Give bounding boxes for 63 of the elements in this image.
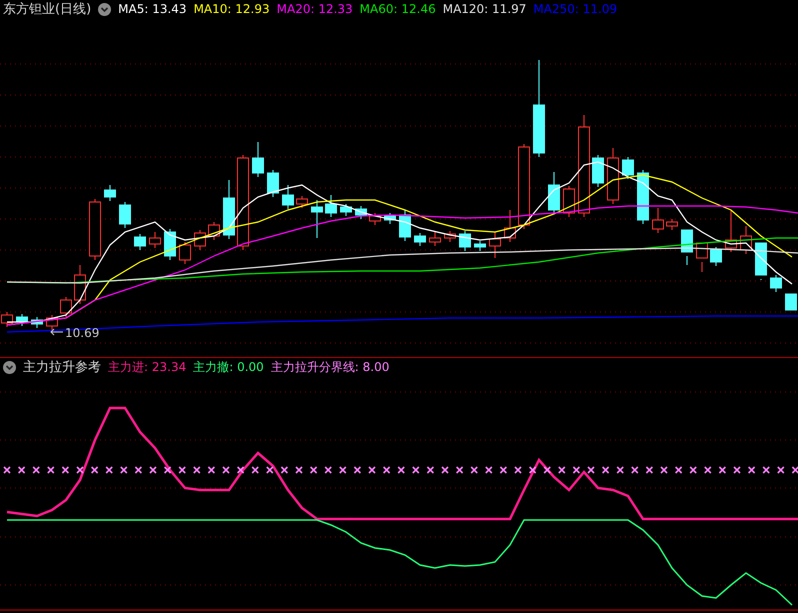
legend-value: MA10: 12.93 — [194, 2, 270, 16]
collapse-icon[interactable] — [3, 360, 16, 374]
rising-candlestick — [725, 210, 737, 252]
falling-candlestick — [252, 142, 264, 178]
falling-candlestick — [399, 210, 411, 242]
rising-candlestick — [194, 230, 206, 250]
legend-value: MA60: 12.46 — [360, 2, 436, 16]
legend-value: MA250: 11.09 — [533, 2, 618, 16]
arrow-icon — [50, 328, 64, 336]
falling-candlestick — [104, 184, 116, 202]
collapse-icon[interactable] — [98, 2, 112, 16]
falling-candlestick — [548, 172, 560, 214]
legend-value: 主力撤: 0.00 — [193, 358, 264, 376]
rising-candlestick — [652, 208, 664, 234]
falling-candlestick — [637, 170, 649, 224]
falling-candlestick — [311, 200, 323, 238]
rising-candlestick — [1, 312, 13, 328]
falling-candlestick — [459, 230, 471, 252]
rising-candlestick — [563, 186, 575, 218]
falling-candlestick — [164, 228, 176, 260]
rising-candlestick — [607, 148, 619, 204]
price-label: 10.69 — [65, 326, 100, 340]
falling-candlestick — [592, 154, 604, 188]
legend-value: MA120: 11.97 — [442, 2, 526, 16]
rising-candlestick — [60, 296, 72, 318]
legend-value: 主力拉升分界线: 8.00 — [270, 358, 390, 376]
falling-candlestick — [31, 316, 43, 328]
falling-candlestick — [223, 180, 235, 240]
panel-title: 主力拉升参考 — [23, 359, 101, 376]
legend-value: 主力进: 23.34 — [108, 358, 186, 376]
falling-candlestick — [282, 184, 294, 210]
rising-candlestick — [444, 230, 456, 242]
rising-candlestick — [296, 196, 308, 208]
falling-candlestick — [134, 234, 146, 250]
legend-value: MA5: 13.43 — [118, 2, 187, 16]
falling-candlestick — [325, 194, 337, 218]
falling-candlestick — [710, 246, 722, 266]
panel-title: 东方钽业(日线) — [3, 1, 92, 18]
falling-candlestick — [355, 206, 367, 220]
rising-candlestick — [489, 232, 501, 258]
rising-candlestick — [149, 232, 161, 248]
falling-candlestick — [770, 274, 782, 292]
rising-candlestick — [369, 212, 381, 226]
rising-candlestick — [740, 226, 752, 254]
falling-candlestick — [681, 230, 693, 266]
falling-candlestick — [622, 156, 634, 180]
rising-candlestick — [89, 198, 101, 260]
falling-candlestick — [414, 232, 426, 246]
rising-candlestick — [179, 242, 191, 264]
legend-value: MA20: 12.33 — [276, 2, 353, 16]
rising-candlestick — [74, 264, 86, 304]
rising-candlestick — [429, 232, 441, 246]
rising-candlestick — [46, 314, 58, 330]
falling-candlestick — [267, 170, 279, 198]
rising-candlestick — [666, 218, 678, 230]
falling-candlestick — [119, 202, 131, 228]
falling-candlestick — [340, 204, 352, 216]
rising-candlestick — [504, 210, 516, 242]
rising-candlestick — [208, 222, 220, 240]
falling-candlestick — [384, 212, 396, 224]
falling-candlestick — [474, 240, 486, 252]
rising-candlestick — [696, 242, 708, 272]
falling-candlestick — [16, 314, 28, 326]
